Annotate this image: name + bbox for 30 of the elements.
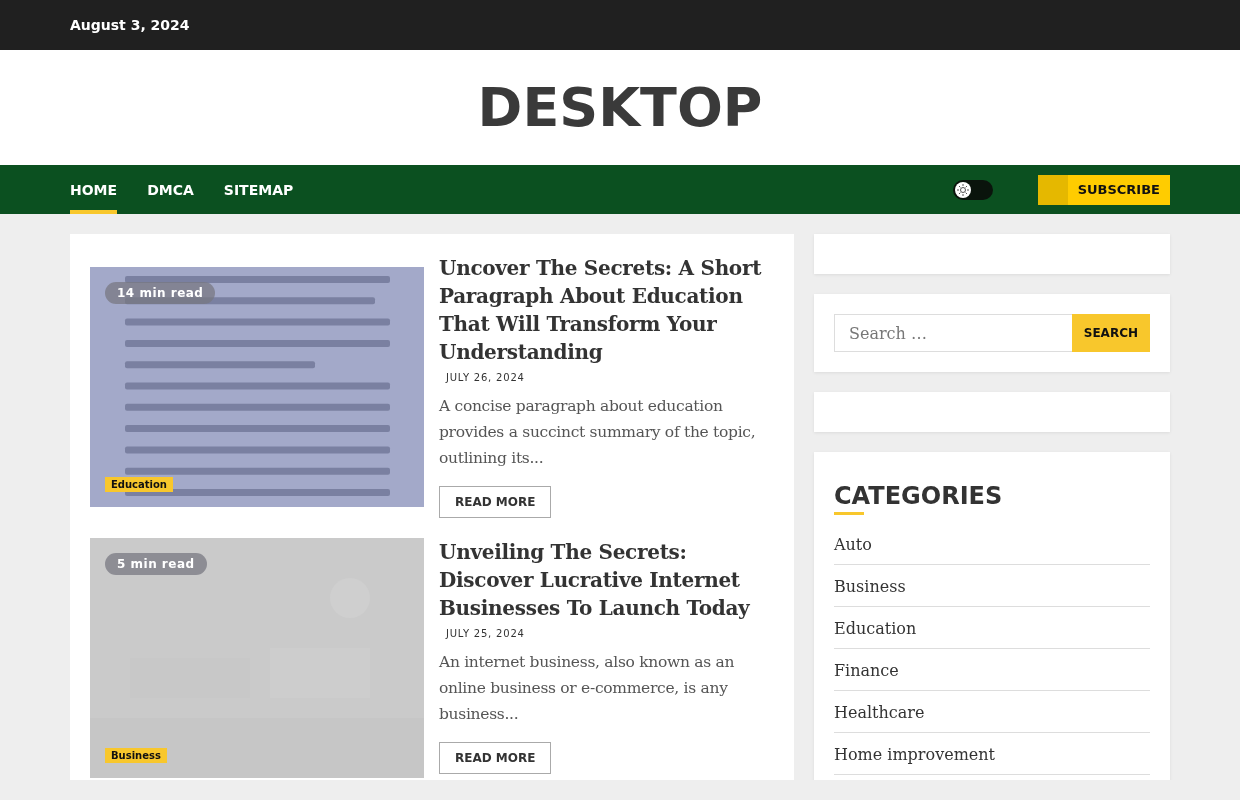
read-more-button[interactable]: READ MORE xyxy=(439,486,552,518)
post-date: JULY 26, 2024 xyxy=(446,372,525,383)
category-link[interactable]: Business xyxy=(834,565,1150,607)
category-tag[interactable]: Business xyxy=(105,748,167,763)
search-button[interactable]: SEARCH xyxy=(1071,314,1150,352)
current-date: August 3, 2024 xyxy=(70,17,190,33)
post-excerpt: A concise paragraph about education provides a succinct summary of the topic, outlining its... xyxy=(439,396,757,469)
nav-link[interactable]: HOME xyxy=(70,165,118,214)
widget-title: CATEGORIES xyxy=(834,482,1003,510)
nav-link[interactable]: SITEMAP xyxy=(223,165,294,214)
category-link[interactable]: Home improvement xyxy=(834,733,1150,775)
nav-link[interactable]: DMCA xyxy=(147,165,194,214)
post-date: JULY 25, 2024 xyxy=(446,628,525,639)
post-excerpt: An internet business, also known as an online business or e-commerce, is any business... xyxy=(439,652,736,725)
read-time-badge: 5 min read xyxy=(105,553,207,575)
category-link[interactable]: Education xyxy=(834,607,1150,649)
search-field[interactable]: Search … xyxy=(834,314,1072,352)
dark-mode-toggle[interactable] xyxy=(952,179,993,200)
subscribe-button[interactable]: SUBSCRIBE xyxy=(1037,174,1170,205)
read-time-badge: 14 min read xyxy=(105,282,216,304)
read-more-button[interactable]: READ MORE xyxy=(439,742,552,774)
category-link[interactable]: Auto xyxy=(834,535,1150,565)
post-title[interactable]: Unveiling The Secrets: Discover Lucrative Internet Businesses To Launch Today xyxy=(439,538,774,622)
category-link[interactable]: Healthcare xyxy=(834,691,1150,733)
title-underline xyxy=(834,512,864,515)
site-title[interactable]: DESKTOP xyxy=(477,76,763,139)
sun-icon xyxy=(954,181,971,198)
category-link[interactable]: Finance xyxy=(834,649,1150,691)
post-title[interactable]: Uncover The Secrets: A Short Paragraph About Education That Will Transform Your Understanding xyxy=(439,254,774,366)
category-tag[interactable]: Education xyxy=(105,477,173,492)
